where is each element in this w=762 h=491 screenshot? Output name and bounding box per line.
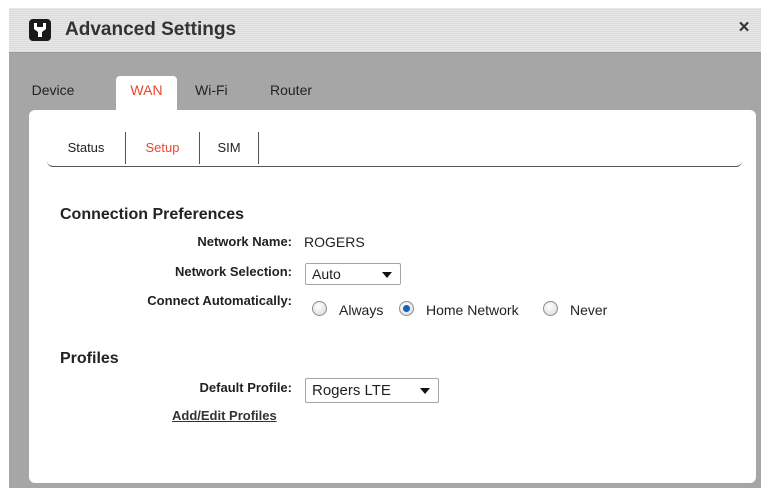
- tab-wifi[interactable]: Wi-Fi: [195, 76, 235, 110]
- connect-automatically-label: Connect Automatically:: [147, 293, 292, 308]
- network-name-label: Network Name:: [197, 234, 292, 249]
- profiles-heading: Profiles: [60, 350, 119, 367]
- default-profile-dropdown[interactable]: Rogers LTE: [305, 378, 439, 403]
- dropdown-arrow-icon: [382, 272, 392, 278]
- radio-home-network[interactable]: [399, 301, 414, 316]
- radio-always[interactable]: [312, 301, 327, 316]
- connection-preferences-heading: Connection Preferences: [60, 206, 245, 223]
- tab-router[interactable]: Router: [270, 76, 326, 110]
- advanced-settings-dialog: Advanced Settings × Device WAN Wi-Fi Rou…: [9, 8, 761, 488]
- dropdown-arrow-icon: [420, 388, 430, 394]
- subtab-setup[interactable]: Setup: [126, 132, 200, 164]
- close-button[interactable]: ×: [735, 18, 753, 37]
- sub-tab-bar: Status Setup SIM: [47, 130, 742, 167]
- wrench-icon: [29, 19, 51, 41]
- subtab-sim[interactable]: SIM: [200, 132, 259, 164]
- settings-panel: Status Setup SIM Connection Preferences …: [29, 110, 756, 483]
- add-edit-profiles-link[interactable]: Add/Edit Profiles: [172, 408, 277, 423]
- network-name-value: ROGERS: [304, 234, 365, 250]
- network-selection-value: Auto: [312, 266, 341, 282]
- default-profile-label: Default Profile:: [199, 380, 292, 395]
- radio-never-label: Never: [570, 302, 608, 318]
- title-bar: Advanced Settings ×: [9, 8, 761, 53]
- network-selection-dropdown[interactable]: Auto: [305, 263, 401, 285]
- tab-wan[interactable]: WAN: [116, 76, 177, 110]
- network-selection-label: Network Selection:: [174, 264, 292, 279]
- radio-never[interactable]: [543, 301, 558, 316]
- radio-home-network-label: Home Network: [426, 302, 519, 318]
- radio-always-label: Always: [339, 302, 384, 318]
- subtab-status[interactable]: Status: [47, 132, 126, 164]
- tab-device[interactable]: Device: [21, 76, 85, 110]
- dialog-title: Advanced Settings: [65, 19, 237, 40]
- default-profile-value: Rogers LTE: [312, 382, 391, 399]
